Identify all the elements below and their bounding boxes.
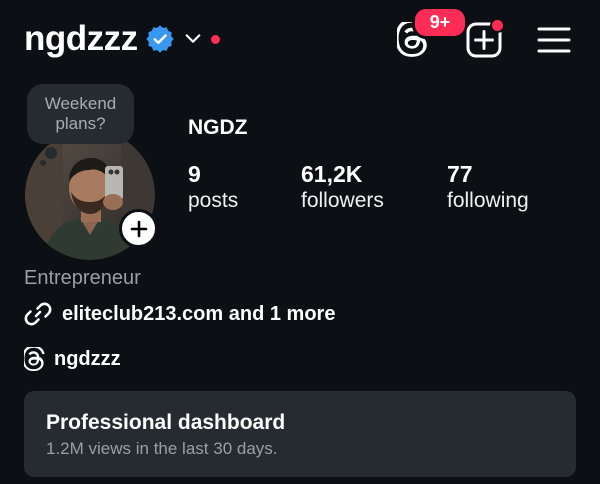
create-dot-badge (490, 18, 505, 33)
top-actions: 9+ (394, 6, 574, 60)
link-icon (24, 302, 52, 326)
hamburger-menu-icon (537, 27, 571, 53)
posts-label: posts (188, 189, 239, 212)
create-button[interactable] (464, 18, 505, 60)
username: ngdzzz (24, 19, 138, 58)
following-stat[interactable]: 77 following (447, 160, 529, 214)
top-bar: ngdzzz 9+ (0, 0, 600, 80)
menu-button[interactable] (534, 20, 574, 60)
category-label: Entrepreneur (24, 267, 141, 289)
unread-dot (210, 34, 220, 44)
threads-profile-link[interactable]: ngdzzz (24, 347, 121, 371)
note-text: Weekend plans? (44, 94, 117, 133)
following-count: 77 (447, 161, 473, 187)
note-bubble-tail (45, 147, 57, 159)
professional-dashboard-card[interactable]: Professional dashboard 1.2M views in the… (24, 391, 576, 477)
account-switcher[interactable]: ngdzzz (24, 18, 220, 60)
plus-icon (130, 220, 147, 237)
posts-count: 9 (188, 161, 201, 187)
avatar-container[interactable] (25, 130, 158, 260)
dashboard-subtitle: 1.2M views in the last 30 days. (46, 439, 278, 458)
posts-stat[interactable]: 9 posts (188, 160, 238, 214)
link-text: eliteclub213.com and 1 more (62, 302, 336, 325)
followers-count: 61,2K (301, 161, 363, 187)
verified-badge-icon (145, 25, 174, 53)
threads-button[interactable]: 9+ (394, 6, 468, 60)
dashboard-title: Professional dashboard (46, 411, 286, 434)
notifications-badge: 9+ (412, 6, 468, 39)
display-name: NGDZ (188, 116, 248, 139)
profile-screen: ngdzzz 9+ Weekend plans? NGDZ 9 posts 61… (0, 0, 600, 484)
following-label: following (447, 189, 529, 212)
note-bubble-tail-small (40, 160, 46, 166)
threads-icon (24, 347, 45, 371)
add-story-button[interactable] (119, 209, 158, 248)
followers-stat[interactable]: 61,2K followers (301, 160, 384, 214)
note-bubble[interactable]: Weekend plans? (27, 84, 134, 144)
chevron-down-icon (185, 34, 201, 43)
threads-handle: ngdzzz (54, 347, 121, 370)
followers-label: followers (301, 189, 384, 212)
bio-link[interactable]: eliteclub213.com and 1 more (24, 300, 335, 328)
